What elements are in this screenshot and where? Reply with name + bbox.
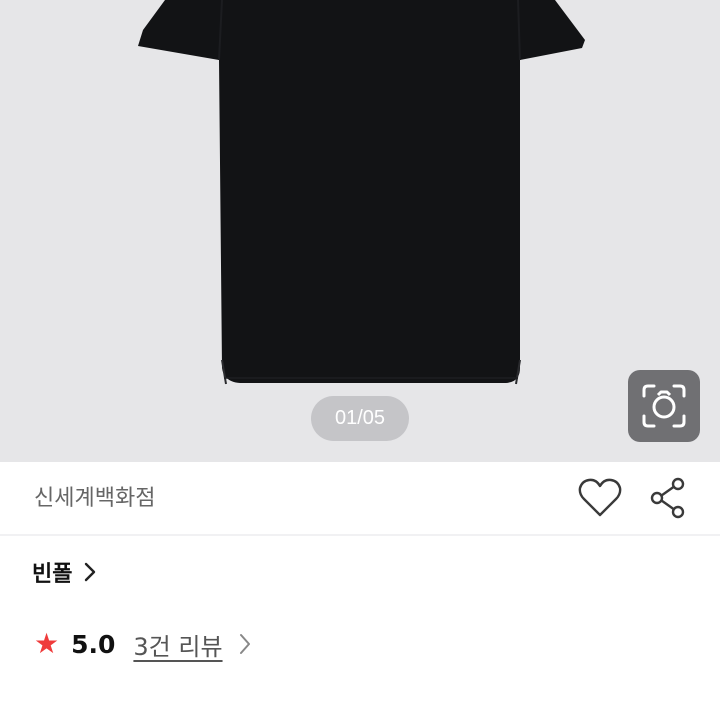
product-image-gallery[interactable]: 01/05 [0,0,720,462]
rating-score: 5.0 [71,629,116,659]
like-button[interactable] [578,478,622,518]
image-page-indicator: 01/05 [311,396,409,441]
rating-row[interactable]: ★ 5.0 3건 리뷰 [34,622,251,666]
chevron-right-icon [85,562,96,582]
share-icon [650,477,685,519]
brand-name: 빈폴 [32,562,73,587]
camera-lens-icon [642,384,686,428]
store-name: 신세계백화점 [34,486,156,511]
review-count-link[interactable]: 3건 리뷰 [133,627,222,662]
star-icon: ★ [34,627,60,660]
image-search-button[interactable] [628,370,700,442]
heart-icon [578,478,622,517]
product-image[interactable] [0,0,720,462]
share-button[interactable] [648,476,688,520]
brand-link[interactable]: 빈폴 [32,552,96,592]
chevron-right-icon [239,634,250,654]
section-divider [0,534,720,536]
